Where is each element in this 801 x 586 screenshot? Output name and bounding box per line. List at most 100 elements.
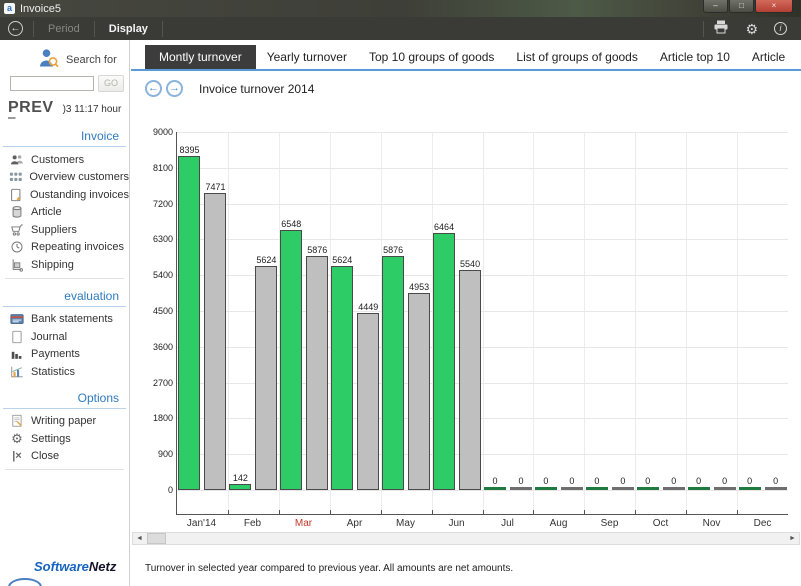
bar-selected-year [535,487,557,490]
minimize-button[interactable]: – [703,0,728,13]
bar-column: 0 [765,132,787,490]
sidebar-item-label: Shipping [31,259,74,271]
softwarenetz-logo: SoftwareNetz [34,559,116,574]
month-slot-may: 58764953 [381,132,432,490]
bar-value-label: 6464 [434,222,454,232]
sidebar-item-shipping[interactable]: Shipping [0,256,129,274]
bar-value-label: 8395 [179,145,199,155]
toolbar-separator [703,21,704,37]
bar-column: 5624 [255,132,277,490]
bar-value-label: 5624 [256,255,276,265]
month-slot-nov: 00 [686,132,737,490]
nav-next-icon[interactable]: → [166,80,183,97]
month-slot-dec: 00 [737,132,788,490]
bar-previous-year [765,487,787,490]
search-person-icon [38,48,59,71]
x-axis-tick [330,510,331,514]
x-axis-label-jun: Jun [431,518,482,529]
bar-column: 0 [739,132,761,490]
prev-date: )3 11:17 hour [63,104,122,115]
toolbar-separator [94,21,95,37]
y-axis-tick: 6300 [153,234,173,244]
x-axis-tick [533,510,534,514]
close-button[interactable]: × [755,0,793,13]
bar-value-label: 0 [722,476,727,486]
sidebar-item-payments[interactable]: Payments [0,346,129,364]
bar-column: 0 [535,132,557,490]
tab-montly-turnover[interactable]: Montly turnover [145,45,256,69]
prev-label: PREV [8,99,54,119]
sidebar-item-article[interactable]: Article [0,204,129,222]
sidebar-item-label: Payments [31,348,80,360]
bar-selected-year [178,156,200,490]
bar-selected-year [586,487,608,490]
sidebar-item-statistics[interactable]: Statistics [0,363,129,381]
tab-top-10-groups-of-goods[interactable]: Top 10 groups of goods [358,45,505,69]
back-icon[interactable]: ← [8,21,23,36]
bar-value-label: 0 [518,476,523,486]
bar-value-label: 142 [233,473,248,483]
bar-selected-year [484,487,506,490]
statistics-icon [9,365,25,379]
x-axis-label-dec: Dec [737,518,788,529]
sidebar-item-oustanding-invoices[interactable]: Oustanding invoices [0,186,129,204]
scroll-left-icon[interactable]: ◄ [133,533,146,544]
nav-prev-icon[interactable]: ← [145,80,162,97]
tab-customers[interactable]: Customers [796,45,801,69]
sidebar-divider [5,469,124,470]
bar-column: 4953 [408,132,430,490]
bar-selected-year [688,487,710,490]
bar-selected-year [637,487,659,490]
bar-selected-year [382,256,404,490]
sidebar-item-repeating-invoices[interactable]: Repeating invoices [0,239,129,257]
plot-area: 8395747114256246548587656244449587649536… [176,132,788,515]
printer-icon[interactable] [713,20,729,37]
month-slot-mar: 65485876 [279,132,330,490]
x-axis-label-jan-14: Jan'14 [176,518,227,529]
x-axis-label-feb: Feb [227,518,278,529]
sidebar-item-writing-paper[interactable]: Writing paper [0,413,129,431]
menu-period[interactable]: Period [35,23,93,35]
journal-icon [9,330,25,344]
info-icon[interactable]: i [774,22,787,35]
x-axis-label-sep: Sep [584,518,635,529]
go-button[interactable]: GO [98,75,124,92]
bar-column: 0 [688,132,710,490]
sidebar-item-overview-customers[interactable]: Overview customers [0,169,129,187]
bar-column: 5876 [306,132,328,490]
toolbar-right: ⚙ i [702,17,795,40]
bar-selected-year [229,484,251,490]
bar-column: 5624 [331,132,353,490]
sidebar-item-suppliers[interactable]: Suppliers [0,221,129,239]
tab-yearly-turnover[interactable]: Yearly turnover [256,45,358,69]
bar-column: 0 [612,132,634,490]
bar-value-label: 0 [620,476,625,486]
scroll-right-icon[interactable]: ► [786,533,799,544]
bar-previous-year [204,193,226,490]
gear-icon[interactable]: ⚙ [745,22,758,36]
sidebar-item-bank-statements[interactable]: Bank statements [0,311,129,329]
payments-icon [9,347,25,361]
sidebar-item-journal[interactable]: Journal [0,328,129,346]
sidebar-sections: InvoiceCustomersOverview customersOustan… [0,129,129,470]
tab-list-of-groups-of-goods[interactable]: List of groups of goods [505,45,648,69]
month-slot-jul: 00 [483,132,534,490]
repeating-invoices-icon [9,240,25,254]
tab-article-top-10[interactable]: Article top 10 [649,45,741,69]
footer-note: Turnover in selected year compared to pr… [145,563,513,574]
menu-display[interactable]: Display [96,23,161,35]
bar-column: 6464 [433,132,455,490]
horizontal-scrollbar[interactable]: ◄ ► [132,532,800,545]
bar-value-label: 0 [569,476,574,486]
search-input[interactable] [10,76,94,91]
overview-customers-icon [9,170,23,184]
maximize-button[interactable]: □ [729,0,754,13]
sidebar-item-label: Bank statements [31,313,113,325]
sidebar-item-close[interactable]: |×Close [0,448,129,466]
sidebar-item-settings[interactable]: ⚙Settings [0,430,129,448]
tab-article[interactable]: Article [741,45,796,69]
sidebar-item-customers[interactable]: Customers [0,151,129,169]
y-axis-tick: 4500 [153,306,173,316]
writing-paper-icon [9,414,25,428]
scrollbar-thumb[interactable] [147,533,166,544]
